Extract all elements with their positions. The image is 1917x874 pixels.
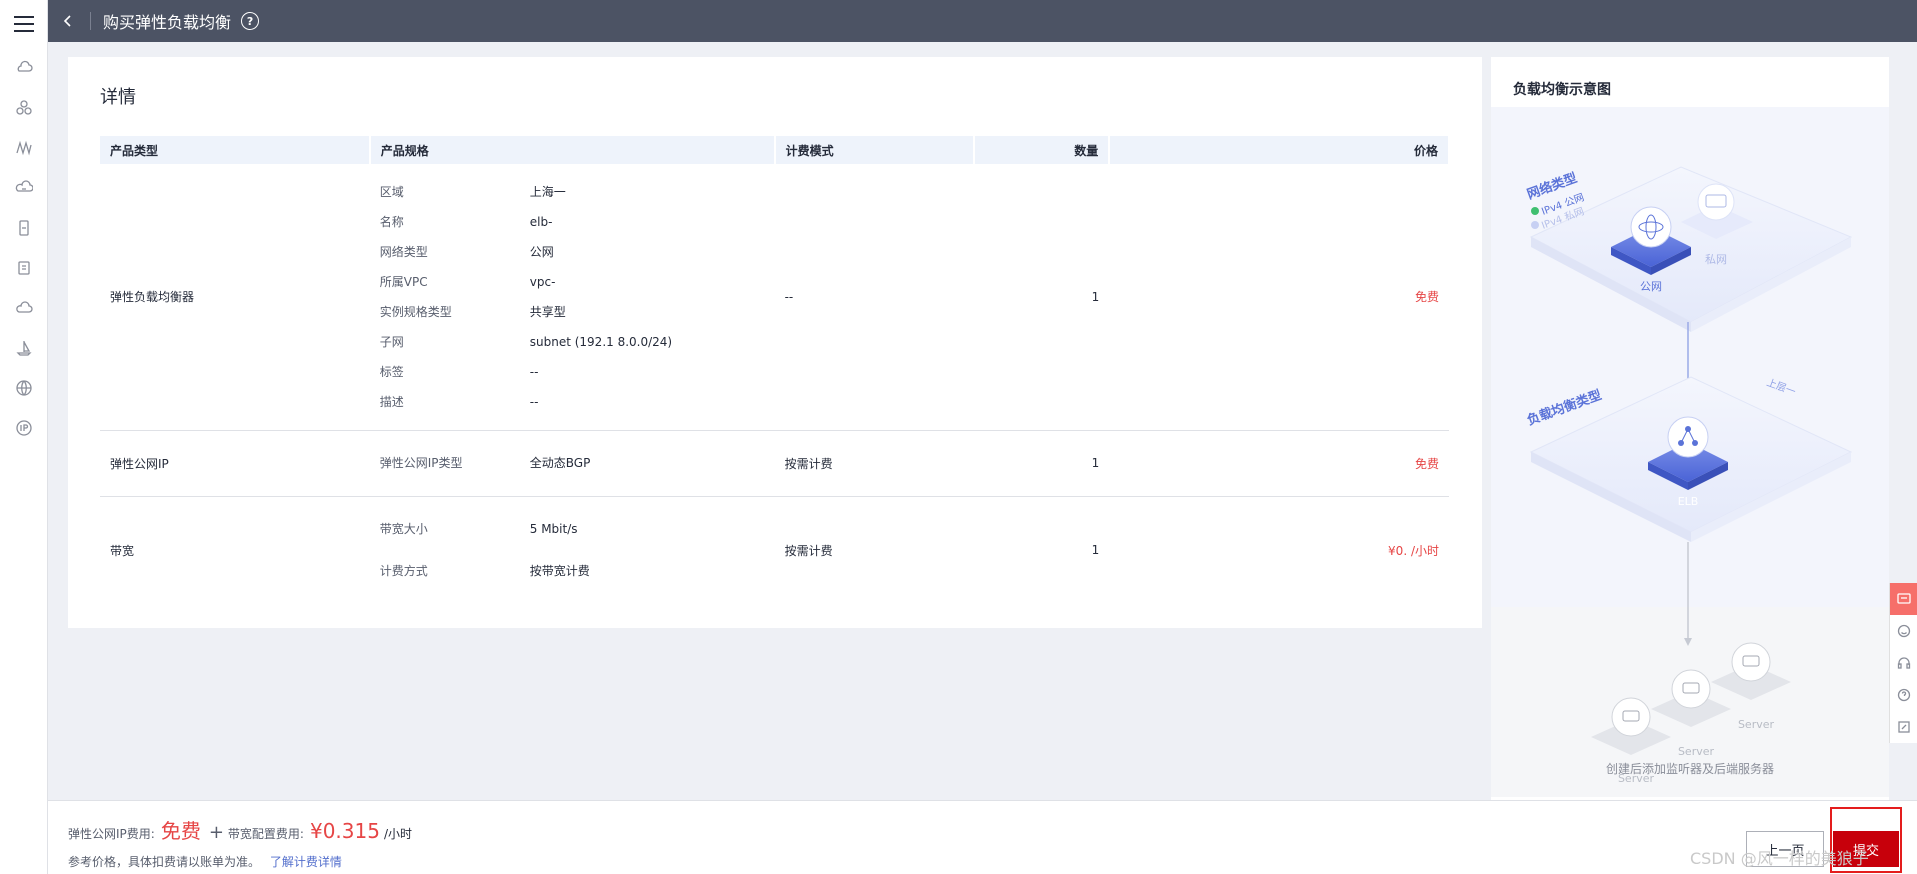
spec-value: 共享型 bbox=[529, 304, 566, 319]
spec-key: 区域 bbox=[379, 184, 404, 199]
floating-toolbar bbox=[1889, 583, 1917, 743]
table-row: 弹性负载均衡器 区域 上海一 名称 elb- 网络类型 公网 所属VPC vpc- 实例… bbox=[100, 164, 1449, 431]
column-header-billing: 计费模式 bbox=[774, 136, 976, 164]
bandwidth-fee-value: ¥0.315 bbox=[309, 819, 380, 843]
billing-details-link[interactable]: 了解计费详情 bbox=[270, 855, 342, 869]
sailboat-icon[interactable] bbox=[0, 328, 48, 368]
plus-sign: + bbox=[208, 822, 224, 843]
bottom-bar: 弹性公网IP费用: 免费 + 带宽配置费用: ¥0.315 /小时 参考价格，具… bbox=[48, 800, 1917, 874]
eip-fee-label: 弹性公网IP费用: bbox=[68, 827, 155, 841]
column-header-spec: 产品规格 bbox=[369, 136, 776, 164]
spec-table: 产品类型 产品规格 计费模式 数量 价格 弹性负载均衡器 区域 上海一 名称 elb… bbox=[100, 136, 1450, 604]
cell-quantity: 1 bbox=[974, 164, 1110, 431]
details-card: 详情 产品类型 产品规格 计费模式 数量 价格 弹性负载均衡器 区域 上海一 名称… bbox=[68, 57, 1482, 628]
private-node-label: 私网 bbox=[1705, 253, 1727, 266]
column-header-price: 价格 bbox=[1109, 136, 1450, 164]
lb-diagram-illustration: 公网 私网 网络类型 IPv4 公网 IPv4 私网 ELB 负载均衡类型 上层… bbox=[1491, 107, 1889, 797]
spec-value: -- bbox=[529, 394, 539, 409]
spec-key: 标签 bbox=[379, 364, 404, 379]
cell-price: ¥0. /小时 bbox=[1388, 543, 1439, 558]
diagram-title: 负载均衡示意图 bbox=[1513, 82, 1611, 98]
smile-icon[interactable] bbox=[1889, 615, 1917, 647]
spec-value: vpc- bbox=[529, 274, 556, 289]
network-icon[interactable] bbox=[0, 128, 48, 168]
details-title: 详情 bbox=[100, 87, 136, 108]
cell-spec: 带宽大小 5 Mbit/s 计费方式 按带宽计费 bbox=[370, 496, 775, 604]
spec-list: 区域 上海一 名称 elb- 网络类型 公网 所属VPC vpc- 实例规格类型 共享型 … bbox=[380, 177, 765, 417]
cell-product-type: 弹性负载均衡器 bbox=[100, 164, 370, 431]
cloud-server-icon[interactable] bbox=[0, 48, 48, 88]
cell-spec: 区域 上海一 名称 elb- 网络类型 公网 所属VPC vpc- 实例规格类型 共享型 … bbox=[369, 164, 775, 431]
elb-node-label: ELB bbox=[1678, 495, 1699, 508]
cell-quantity: 1 bbox=[974, 430, 1110, 497]
divider bbox=[90, 12, 91, 30]
spec-key: 描述 bbox=[379, 394, 404, 409]
spec-value: -- bbox=[529, 364, 539, 379]
cell-billing: -- bbox=[774, 164, 975, 431]
headset-icon[interactable] bbox=[1889, 647, 1917, 679]
spec-value: 按带宽计费 bbox=[529, 564, 590, 579]
table-row: 带宽 带宽大小 5 Mbit/s 计费方式 按带宽计费 按需计费 1 ¥0. /小时 bbox=[100, 496, 1449, 604]
cell-price: 免费 bbox=[1109, 430, 1449, 497]
reference-note-text: 参考价格，具体扣费请以账单为准。 bbox=[68, 855, 261, 869]
cell-billing: 按需计费 bbox=[784, 543, 833, 558]
public-node-label: 公网 bbox=[1640, 280, 1662, 293]
cell-quantity: 1 bbox=[1091, 543, 1100, 558]
globe-icon[interactable] bbox=[0, 368, 48, 408]
container-icon[interactable] bbox=[0, 248, 48, 288]
spec-value: 上海一 bbox=[529, 184, 566, 199]
spec-list: 带宽大小 5 Mbit/s 计费方式 按带宽计费 bbox=[380, 514, 765, 586]
column-header-product-type: 产品类型 bbox=[100, 136, 371, 164]
ip-icon[interactable] bbox=[0, 408, 48, 448]
fee-summary: 弹性公网IP费用: 免费 + 带宽配置费用: ¥0.315 /小时 bbox=[68, 815, 412, 844]
spec-key: 弹性公网IP类型 bbox=[379, 456, 463, 470]
cluster-icon[interactable] bbox=[0, 88, 48, 128]
eip-fee-value: 免费 bbox=[160, 819, 201, 843]
spec-key: 所属VPC bbox=[379, 274, 428, 289]
spec-list: 弹性公网IP类型 全动态BGP bbox=[380, 448, 765, 478]
spec-value: 公网 bbox=[529, 244, 554, 259]
cell-product-type: 弹性公网IP bbox=[100, 430, 370, 497]
left-nav-rail bbox=[0, 0, 48, 874]
cell-billing: 按需计费 bbox=[774, 430, 975, 497]
top-bar: 购买弹性负载均衡 ? bbox=[48, 0, 1917, 42]
spec-key: 网络类型 bbox=[379, 244, 428, 259]
diagram-caption: 创建后添加监听器及后端服务器 bbox=[1605, 762, 1774, 776]
lb-diagram-panel: 负载均衡示意图 公网 私网 网络类型 IPv4 公网 IPv4 私网 ELB 负… bbox=[1491, 57, 1889, 801]
cloud-db-icon[interactable] bbox=[0, 168, 48, 208]
cell-product-type: 带宽 bbox=[110, 543, 135, 558]
spec-value: 5 Mbit/s bbox=[529, 522, 578, 537]
back-arrow-icon[interactable] bbox=[52, 0, 84, 42]
spec-key: 子网 bbox=[379, 334, 404, 349]
page-title: 购买弹性负载均衡 bbox=[103, 13, 232, 32]
bandwidth-fee-label: 带宽配置费用: bbox=[227, 827, 304, 841]
watermark: CSDN @风一样的美狼子 bbox=[1690, 849, 1869, 868]
bandwidth-fee-unit: /小时 bbox=[383, 827, 412, 841]
spec-key: 带宽大小 bbox=[379, 522, 428, 537]
server-label: Server bbox=[1678, 745, 1715, 758]
table-row: 弹性公网IP 弹性公网IP类型 全动态BGP 按需计费 1 免费 bbox=[100, 430, 1449, 497]
spec-value: elb- bbox=[529, 214, 553, 229]
spec-value: subnet (192.1 8.0.0/24) bbox=[529, 334, 673, 349]
edit-icon[interactable] bbox=[1889, 711, 1917, 743]
spec-key: 实例规格类型 bbox=[379, 304, 452, 319]
hamburger-menu-icon[interactable] bbox=[0, 0, 48, 48]
question-icon[interactable] bbox=[1889, 679, 1917, 711]
help-icon[interactable]: ? bbox=[241, 12, 260, 30]
storage-icon[interactable] bbox=[0, 208, 48, 248]
column-header-quantity: 数量 bbox=[974, 136, 1111, 164]
chat-icon[interactable] bbox=[1889, 583, 1917, 615]
table-header-row: 产品类型 产品规格 计费模式 数量 价格 bbox=[100, 136, 1450, 164]
spec-key: 名称 bbox=[379, 214, 404, 229]
cell-price: 免费 bbox=[1109, 164, 1449, 431]
server-label: Server bbox=[1738, 718, 1775, 731]
cloud-icon[interactable] bbox=[0, 288, 48, 328]
reference-note: 参考价格，具体扣费请以账单为准。 了解计费详情 bbox=[68, 853, 342, 870]
spec-key: 计费方式 bbox=[379, 564, 428, 579]
spec-value: 全动态BGP bbox=[529, 456, 591, 470]
cell-spec: 弹性公网IP类型 全动态BGP bbox=[369, 430, 775, 497]
